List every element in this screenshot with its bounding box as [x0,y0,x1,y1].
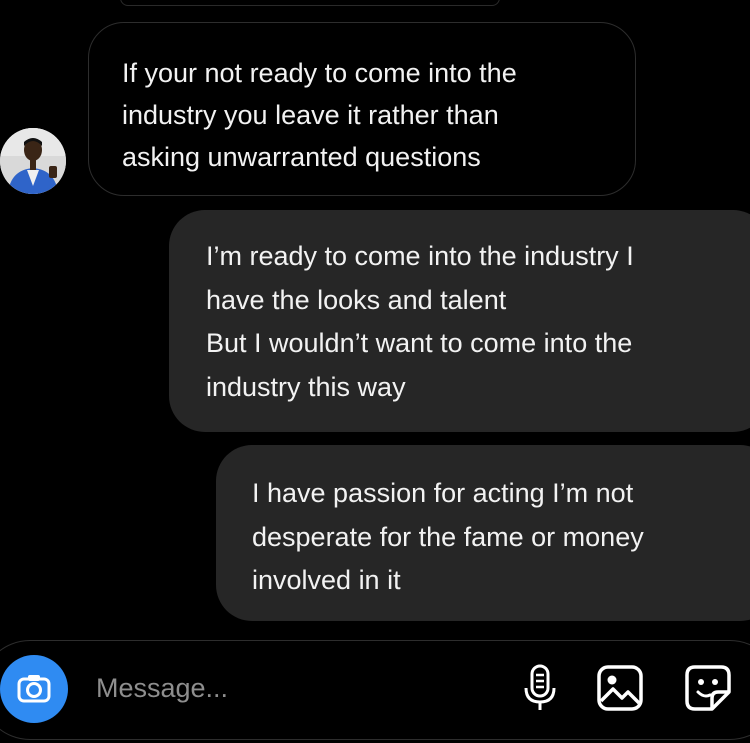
chat-screen: If your not ready to come into the indus… [0,0,750,743]
microphone-icon [524,664,556,710]
message-text: I’m ready to come into the industry I ha… [206,241,634,402]
outgoing-message-bubble[interactable]: I have passion for acting I’m not desper… [216,445,750,621]
gallery-icon [597,665,643,711]
message-text: If your not ready to come into the indus… [122,58,517,172]
camera-button[interactable] [0,655,68,723]
sticker-icon [685,665,731,711]
camera-icon [17,675,51,703]
incoming-message-bubble[interactable]: If your not ready to come into the indus… [88,22,636,196]
gallery-button[interactable] [592,660,648,716]
outgoing-message-bubble[interactable]: I’m ready to come into the industry I ha… [169,210,750,432]
message-input[interactable] [96,668,476,708]
previous-message-bubble-edge [120,0,500,6]
avatar-photo-icon [0,128,66,194]
sticker-button[interactable] [680,660,736,716]
voice-message-button[interactable] [512,660,568,716]
sender-avatar[interactable] [0,128,66,194]
message-text: I have passion for acting I’m not desper… [252,478,644,595]
